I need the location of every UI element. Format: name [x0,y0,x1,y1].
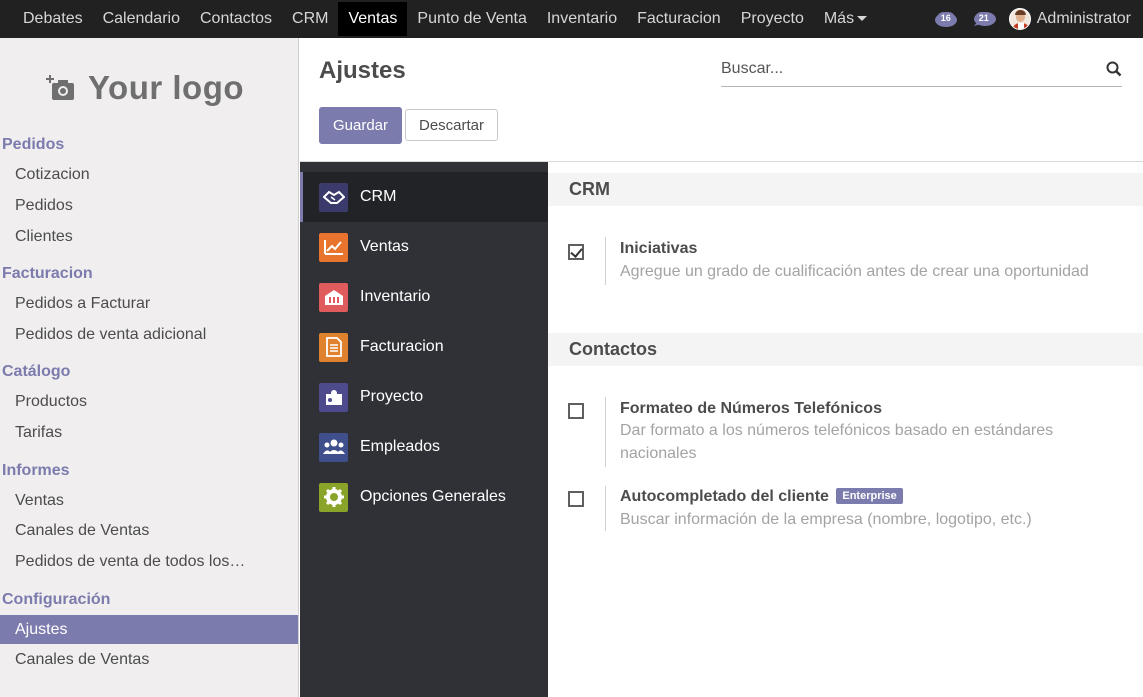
control-panel: Ajustes Guardar Descartar [300,38,1143,162]
search-box [721,53,1122,87]
app-label-opciones-generales: Opciones Generales [360,488,506,505]
app-label-inventario: Inventario [360,288,431,305]
user-avatar[interactable] [1008,8,1031,30]
app-label-crm: CRM [360,188,397,205]
settings-content: CRM Iniciativas Agregue un grado de cual… [548,162,1143,697]
user-name[interactable]: Administrator [1037,10,1131,28]
sidebar-item-canales-ventas-informe[interactable]: Canales de Ventas [0,516,298,545]
app-label-proyecto: Proyecto [360,388,424,405]
save-button[interactable]: Guardar [319,107,402,144]
app-label-facturacion: Facturacion [360,338,444,355]
sidebar-item-pedidos-todos[interactable]: Pedidos de venta de todos los… [0,547,298,576]
section-configuracion: Configuración [2,591,111,608]
messages-badge: 21 [974,12,993,25]
users-icon [319,432,348,462]
settings-app-list: CRM Ventas Inventario Facturacion Proyec… [300,162,548,697]
menu-ventas[interactable]: Ventas [338,2,408,36]
autocompletado-checkbox[interactable] [568,491,584,507]
company-logo[interactable]: Your logo [46,60,256,116]
search-input[interactable] [721,53,1091,85]
page-title: Ajustes [319,57,406,84]
gear-icon [319,482,348,512]
sidebar: Your logo Pedidos Cotizacion Pedidos Cli… [0,38,299,697]
section-pedidos: Pedidos [2,136,65,153]
document-icon [319,332,348,362]
menu-more[interactable]: Más [814,0,877,38]
top-navbar: Debates Calendario Contactos CRM Ventas … [0,0,1143,38]
handshake-icon [319,182,348,212]
sidebar-item-pedidos-venta-adicional[interactable]: Pedidos de venta adicional [0,320,298,349]
app-crm[interactable]: CRM [300,172,548,222]
menu-facturacion[interactable]: Facturacion [627,0,731,38]
discard-button[interactable]: Descartar [405,109,498,141]
menu-debates[interactable]: Debates [13,0,93,38]
main-menu: Debates Calendario Contactos CRM Ventas … [13,0,877,38]
menu-punto-de-venta[interactable]: Punto de Venta [407,0,536,38]
building-icon [319,282,348,312]
menu-crm[interactable]: CRM [282,0,338,38]
setting-description: Buscar información de la empresa (nombre… [620,511,1032,528]
app-opciones-generales[interactable]: Opciones Generales [300,472,548,522]
systray: 16 21 Administrator [933,0,1131,38]
setting-title: Iniciativas [620,240,698,257]
menu-inventario[interactable]: Inventario [537,0,627,38]
iniciativas-checkbox[interactable] [568,244,584,260]
menu-contactos[interactable]: Contactos [190,0,282,38]
sidebar-item-pedidos[interactable]: Pedidos [0,191,298,220]
activity-badge: 16 [936,12,955,25]
app-proyecto[interactable]: Proyecto [300,372,548,422]
app-facturacion[interactable]: Facturacion [300,322,548,372]
section-informes: Informes [2,462,70,479]
search-icon[interactable] [1106,61,1122,77]
setting-description: Agregue un grado de cualificación antes … [620,263,1089,280]
caret-down-icon [857,16,868,22]
section-catalogo: Catálogo [2,363,71,380]
setting-divider [605,486,606,531]
sidebar-item-tarifas[interactable]: Tarifas [0,418,298,447]
setting-description: Dar formato a los números telefónicos ba… [620,422,1054,462]
formateo-telefonos-checkbox[interactable] [568,403,584,419]
section-facturacion: Facturacion [2,265,93,282]
app-ventas[interactable]: Ventas [300,222,548,272]
activity-button[interactable]: 16 [933,9,959,29]
menu-proyecto[interactable]: Proyecto [731,0,814,38]
setting-divider [605,237,606,285]
setting-title: Formateo de Números Telefónicos [620,400,882,417]
sidebar-item-productos[interactable]: Productos [0,387,298,416]
app-label-empleados: Empleados [360,438,441,455]
app-label-ventas: Ventas [360,238,409,255]
setting-divider [605,397,606,467]
sidebar-item-cotizacion[interactable]: Cotizacion [0,160,298,189]
sidebar-item-canales-ventas[interactable]: Canales de Ventas [0,645,298,674]
menu-calendario[interactable]: Calendario [93,0,190,38]
sidebar-item-pedidos-a-facturar[interactable]: Pedidos a Facturar [0,289,298,318]
app-empleados[interactable]: Empleados [300,422,548,472]
menu-more-label: Más [823,10,855,27]
section-crm-title: CRM [548,173,1143,206]
setting-title-row: Autocompletado del cliente Enterprise [620,488,903,506]
camera-add-icon [46,75,74,100]
chart-line-icon [319,232,348,262]
sidebar-item-ajustes[interactable]: Ajustes [0,615,298,644]
section-contactos-title: Contactos [548,333,1143,366]
logo-text: Your logo [88,69,245,106]
messages-button[interactable]: 21 [971,9,997,29]
app-inventario[interactable]: Inventario [300,272,548,322]
enterprise-badge: Enterprise [836,488,903,504]
puzzle-icon [319,382,348,412]
sidebar-item-informe-ventas[interactable]: Ventas [0,486,298,515]
setting-title: Autocompletado del cliente [620,488,829,505]
sidebar-item-clientes[interactable]: Clientes [0,222,298,251]
